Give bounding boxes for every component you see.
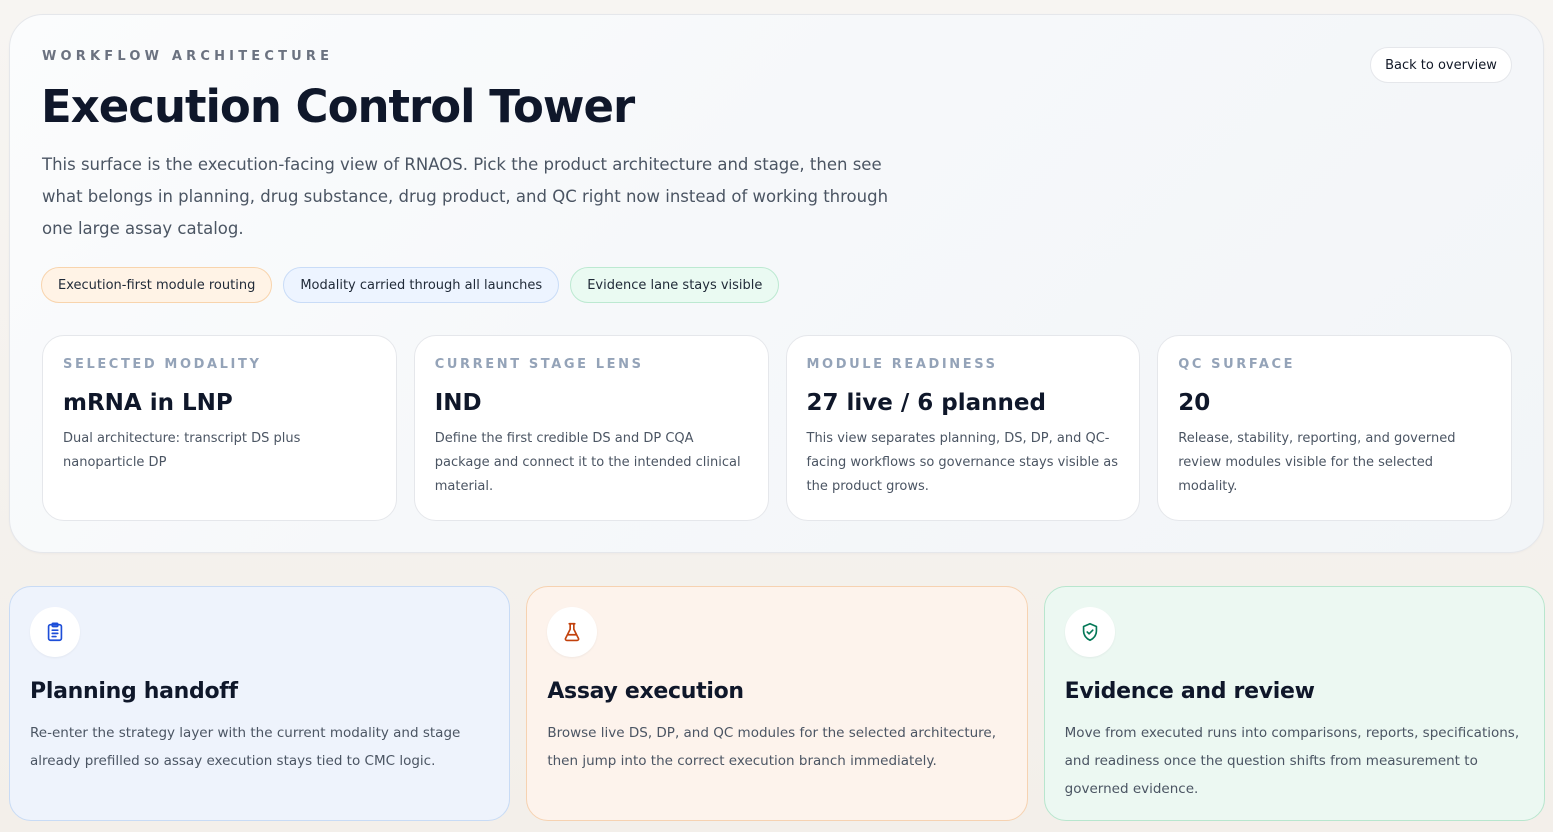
stat-description: Release, stability, reporting, and gover…: [1178, 431, 1456, 494]
stat-description: Dual architecture: transcript DS plus na…: [63, 431, 301, 470]
hero-description: This surface is the execution-facing vie…: [42, 155, 889, 238]
flask-icon: [547, 607, 598, 657]
stat-value: mRNA in LNP: [63, 390, 233, 416]
card-description: Re-enter the strategy layer with the cur…: [30, 725, 461, 769]
card-title: Evidence and review: [1064, 679, 1315, 704]
card-title: Planning handoff: [30, 679, 238, 704]
planning-handoff-card[interactable]: Planning handoff Re-enter the strategy l…: [9, 586, 511, 821]
assay-execution-card[interactable]: Assay execution Browse live DS, DP, and …: [526, 586, 1028, 821]
feature-pills: Execution-first module routing Modality …: [41, 267, 780, 303]
stat-label: QC SURFACE: [1178, 357, 1296, 372]
stat-current-stage-lens: CURRENT STAGE LENS IND Define the first …: [413, 335, 769, 521]
clipboard-icon: [30, 607, 80, 657]
back-to-overview-button[interactable]: Back to overview: [1370, 47, 1512, 83]
stat-description: Define the first credible DS and DP CQA …: [434, 431, 741, 494]
stat-label: CURRENT STAGE LENS: [434, 357, 644, 372]
stat-label: SELECTED MODALITY: [63, 357, 262, 372]
pill-modality-carried: Modality carried through all launches: [283, 267, 560, 303]
stat-value: 20: [1178, 390, 1211, 416]
pill-execution-first: Execution-first module routing: [41, 267, 273, 303]
pill-evidence-lane: Evidence lane stays visible: [570, 267, 780, 303]
stat-value: IND: [434, 390, 482, 416]
card-description: Move from executed runs into comparisons…: [1064, 725, 1520, 797]
stat-value: 27 live / 6 planned: [806, 390, 1046, 416]
stat-selected-modality: SELECTED MODALITY mRNA in LNP Dual archi…: [42, 335, 397, 521]
evidence-review-card[interactable]: Evidence and review Move from executed r…: [1043, 586, 1545, 821]
hero-panel: WORKFLOW ARCHITECTURE Execution Control …: [9, 14, 1544, 553]
stats-row: SELECTED MODALITY mRNA in LNP Dual archi…: [42, 335, 1512, 521]
card-description: Browse live DS, DP, and QC modules for t…: [547, 725, 997, 769]
page-title: Execution Control Tower: [41, 80, 635, 133]
hero-eyebrow: WORKFLOW ARCHITECTURE: [42, 49, 334, 64]
stat-qc-surface: QC SURFACE 20 Release, stability, report…: [1157, 335, 1512, 521]
shield-check-icon: [1064, 607, 1115, 657]
stat-description: This view separates planning, DS, DP, an…: [806, 431, 1119, 494]
stat-label: MODULE READINESS: [806, 357, 998, 372]
action-cards: Planning handoff Re-enter the strategy l…: [9, 586, 1545, 821]
card-title: Assay execution: [547, 679, 744, 704]
stat-module-readiness: MODULE READINESS 27 live / 6 planned Thi…: [785, 335, 1141, 521]
